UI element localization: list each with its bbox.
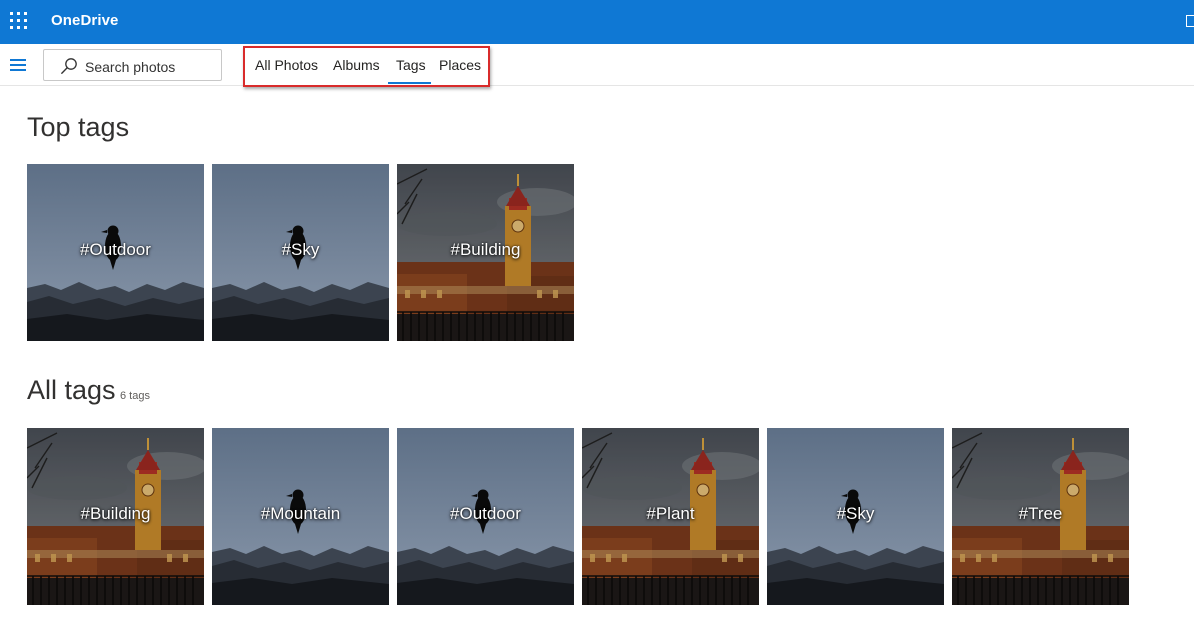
search-input[interactable]: Search photos (43, 49, 222, 81)
tab-albums[interactable]: Albums (333, 57, 380, 73)
tag-label: #Plant (646, 504, 695, 523)
waffle-icon[interactable] (10, 12, 28, 30)
tag-tile-mountain[interactable]: #Mountain (212, 428, 389, 605)
tag-label: #Sky (836, 504, 875, 523)
search-placeholder: Search photos (85, 59, 176, 75)
tag-tile-outdoor[interactable]: #Outdoor (27, 164, 204, 341)
tag-label: #Building (450, 240, 521, 259)
tag-tile-building[interactable]: #Building (27, 428, 204, 605)
top-tags-heading: Top tags (27, 112, 130, 142)
hamburger-icon[interactable] (10, 59, 26, 71)
tag-tile-outdoor[interactable]: #Outdoor (397, 428, 574, 605)
tag-tile-building[interactable]: #Building (397, 164, 574, 341)
tag-label: #Outdoor (80, 240, 151, 259)
tag-tile-plant[interactable]: #Plant (582, 428, 759, 605)
tab-places[interactable]: Places (439, 57, 481, 73)
tab-tags[interactable]: Tags (396, 57, 426, 73)
tag-tile-sky[interactable]: #Sky (212, 164, 389, 341)
tag-tile-tree[interactable]: #Tree (952, 428, 1129, 605)
command-bar: Search photos All Photos Albums Tags Pla… (0, 44, 1194, 87)
tag-label: #Sky (281, 240, 320, 259)
tag-label: #Mountain (260, 504, 341, 523)
tag-label: #Building (80, 504, 151, 523)
tag-count: 6 tags (120, 390, 150, 402)
all-tags-heading: All tags (27, 375, 116, 405)
tab-all-photos[interactable]: All Photos (255, 57, 318, 73)
search-icon (61, 58, 77, 74)
tag-tile-sky[interactable]: #Sky (767, 428, 944, 605)
tag-label: #Outdoor (450, 504, 521, 523)
tag-label: #Tree (1018, 504, 1063, 523)
app-brand[interactable]: OneDrive (51, 12, 119, 29)
window-edge-icon (1186, 15, 1194, 27)
tab-tags-underline (388, 82, 431, 84)
app-header: OneDrive (0, 0, 1194, 44)
